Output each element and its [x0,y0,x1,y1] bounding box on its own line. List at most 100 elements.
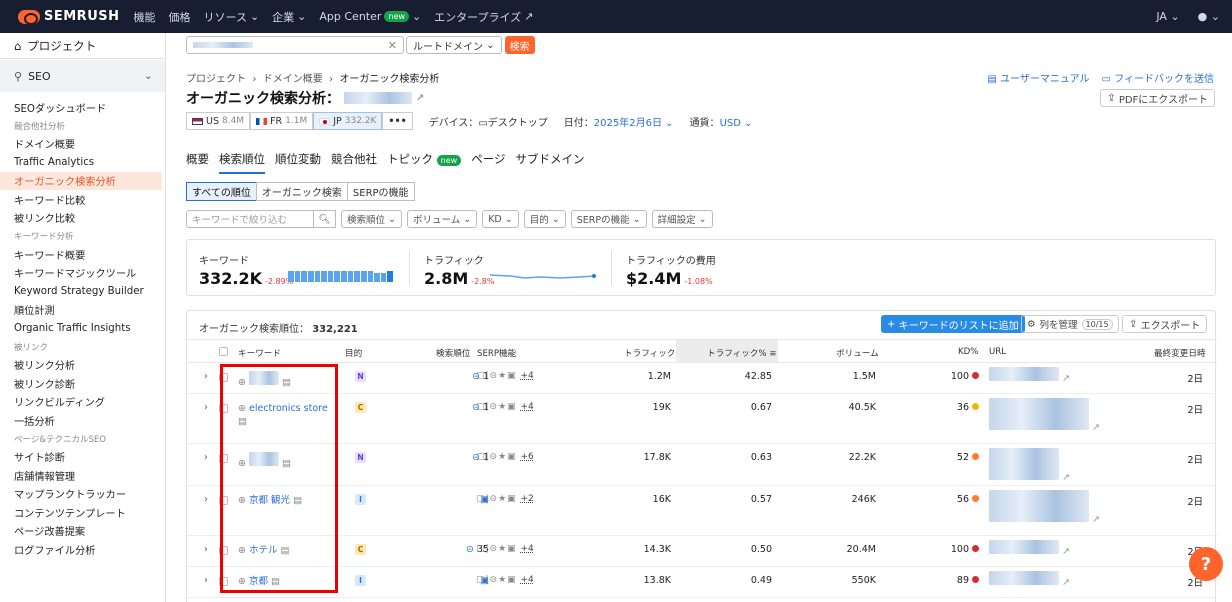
serp-snapshot-icon[interactable]: ▤ [238,416,247,427]
filter-volume[interactable]: ボリューム ⌄ [407,210,478,228]
tab-topics[interactable]: トピック new [387,151,462,174]
external-link-icon[interactable]: ↗ [1092,514,1100,525]
sidebar-item[interactable]: 被リンク分析 [0,356,165,375]
device-selector[interactable]: デバイス：▭デスクトップ [429,114,548,129]
semrush-logo[interactable]: SEMRUSH [18,9,120,25]
table-row[interactable]: › ⊕ 京都 観光 ▤ I ▣ ▢|⊝★▣ +2 16K 0.57 246K 5… [187,486,1217,536]
expand-row-chevron[interactable]: › [204,575,208,586]
expand-row-chevron[interactable]: › [204,371,208,382]
header-last-updated[interactable]: 最終変更日時 [1154,347,1206,359]
table-row[interactable]: › ⊕ ホテル ▤ C ⊝ 35 ▢|⊝★▣ +4 14.3K 0.50 20.… [187,536,1217,567]
expand-row-chevron[interactable]: › [204,402,208,413]
tab-position-changes[interactable]: 順位変動 [275,151,321,174]
sidebar-item[interactable]: Organic Traffic Insights [0,319,165,338]
add-keyword-icon[interactable]: ⊕ [238,495,246,506]
sidebar-item[interactable]: Traffic Analytics [0,153,165,172]
external-link-icon[interactable]: ↗ [1062,546,1070,557]
database-fr[interactable]: FR 1.1M [250,112,314,130]
row-checkbox[interactable] [219,454,228,463]
serp-features-cell[interactable]: ▢|⊝★▣ +4 [476,575,534,585]
serp-features-cell[interactable]: ▢|⊝★▣ +4 [476,371,534,381]
filter-kd[interactable]: KD ⌄ [482,210,519,228]
nav-company[interactable]: 企業 ⌄ [272,9,306,25]
nav-features[interactable]: 機能 [134,9,156,25]
row-checkbox[interactable] [219,546,228,555]
row-checkbox[interactable] [219,577,228,586]
add-keyword-icon[interactable]: ⊕ [238,377,246,388]
url-cell[interactable]: ↗ [989,398,1100,433]
nav-pricing[interactable]: 価格 [169,9,191,25]
search-button[interactable]: 検索 [504,36,535,54]
sidebar-item[interactable]: リンクビルディング [0,393,165,412]
keyword-link[interactable]: 京都 [249,576,268,587]
header-kd[interactable]: KD% [958,347,978,357]
serp-features-cell[interactable]: ▢|⊝★▣ +2 [476,494,534,504]
sidebar-item[interactable]: 店舗情報管理 [0,466,165,485]
sidebar-item[interactable]: キーワード比較 [0,190,165,209]
segment-all-positions[interactable]: すべての順位 [186,182,257,201]
nav-app-center[interactable]: App Center new ⌄ [319,10,421,23]
table-row[interactable]: › ⊕ ▤ N ⊝ 1 ▢|⊝★▣ +4 1.2M 42.85 1.5M 100… [187,363,1217,394]
serp-snapshot-icon[interactable]: ▤ [271,576,280,587]
serp-features-cell[interactable]: ▢|⊝★▣ +6 [476,452,534,462]
header-intent[interactable]: 目的 [345,347,362,359]
select-all-checkbox[interactable] [219,347,228,356]
row-checkbox[interactable] [219,496,228,505]
sidebar-projects[interactable]: ⌂ プロジェクト [0,33,165,59]
url-cell[interactable]: ↗ [989,490,1100,525]
url-cell[interactable]: ↗ [989,448,1070,483]
sidebar-item[interactable]: SEOダッシュボード [0,98,165,117]
tab-pages[interactable]: ページ [471,151,505,174]
serp-snapshot-icon[interactable]: ▤ [293,495,302,506]
scope-dropdown[interactable]: ルートドメイン ⌄ [406,36,502,54]
serp-features-cell[interactable]: ▢|⊝★▣ +4 [476,544,534,554]
url-cell[interactable]: ↗ [989,571,1070,588]
expand-row-chevron[interactable]: › [204,494,208,505]
sidebar-item[interactable]: オーガニック検索分析 [0,171,162,190]
add-to-keyword-list-button[interactable]: + キーワードのリストに追加 [881,315,1025,333]
tab-positions[interactable]: 検索順位 [219,151,265,174]
sidebar-item[interactable]: 被リンク診断 [0,374,165,393]
export-pdf-button[interactable]: ⇪ PDFにエクスポート [1100,89,1215,107]
sidebar-item[interactable]: サイト診断 [0,448,165,467]
domain-search-input[interactable]: ✕ [186,36,404,54]
table-row[interactable]: › ⊕ 京都 ▤ I ▣ ▢|⊝★▣ +4 13.8K 0.49 550K 89… [187,567,1217,598]
database-jp[interactable]: JP 332.2K [313,112,383,130]
keyword-link[interactable]: electronics store [249,403,328,414]
header-traffic[interactable]: トラフィック [624,347,675,359]
user-menu[interactable]: ● ⌄ [1198,10,1220,23]
date-selector[interactable]: 日付：2025年2月6日 ⌄ [564,114,674,129]
export-button[interactable]: ⇪ エクスポート [1122,315,1208,333]
sidebar-item[interactable]: マップランクトラッカー [0,485,165,504]
breadcrumb-projects[interactable]: プロジェクト [186,74,246,85]
serp-snapshot-icon[interactable]: ▤ [282,458,291,469]
sidebar-seo-section[interactable]: ⚲ SEO ⌄ [0,60,165,92]
segment-serp-features[interactable]: SERPの機能 [346,182,415,201]
expand-row-chevron[interactable]: › [204,452,208,463]
breadcrumb-domain-overview[interactable]: ドメイン概要 [263,74,323,85]
keyword-link[interactable]: ホテル [249,545,278,556]
segment-organic[interactable]: オーガニック検索 [255,182,348,201]
external-link-icon[interactable]: ↗ [1062,373,1070,384]
header-keyword[interactable]: キーワード [238,347,281,359]
clear-icon[interactable]: ✕ [388,39,397,52]
sidebar-item[interactable]: 順位計測 [0,301,165,320]
keyword-link[interactable]: 京都 観光 [249,495,290,506]
external-link-icon[interactable]: ↗ [416,93,424,104]
feedback-link[interactable]: ▭ フィードバックを送信 [1102,70,1214,85]
row-checkbox[interactable] [219,373,228,382]
sidebar-item[interactable]: キーワード概要 [0,245,165,264]
stat-traffic-cost[interactable]: トラフィックの費用 $2.4M -1.08% [626,252,716,288]
external-link-icon[interactable]: ↗ [1062,472,1070,483]
sidebar-item[interactable]: 被リンク比較 [0,209,165,228]
url-cell[interactable]: ↗ [989,367,1070,384]
row-checkbox[interactable] [219,404,228,413]
stat-keywords[interactable]: キーワード 332.2K -2.89% [199,252,293,288]
add-keyword-icon[interactable]: ⊕ [238,458,246,469]
more-databases-button[interactable]: ••• [382,112,413,130]
filter-advanced[interactable]: 詳細設定 ⌄ [651,210,713,228]
expand-row-chevron[interactable]: › [204,544,208,555]
tab-subdomains[interactable]: サブドメイン [515,151,584,174]
header-volume[interactable]: ボリューム [836,347,879,359]
serp-snapshot-icon[interactable]: ▤ [282,377,291,388]
